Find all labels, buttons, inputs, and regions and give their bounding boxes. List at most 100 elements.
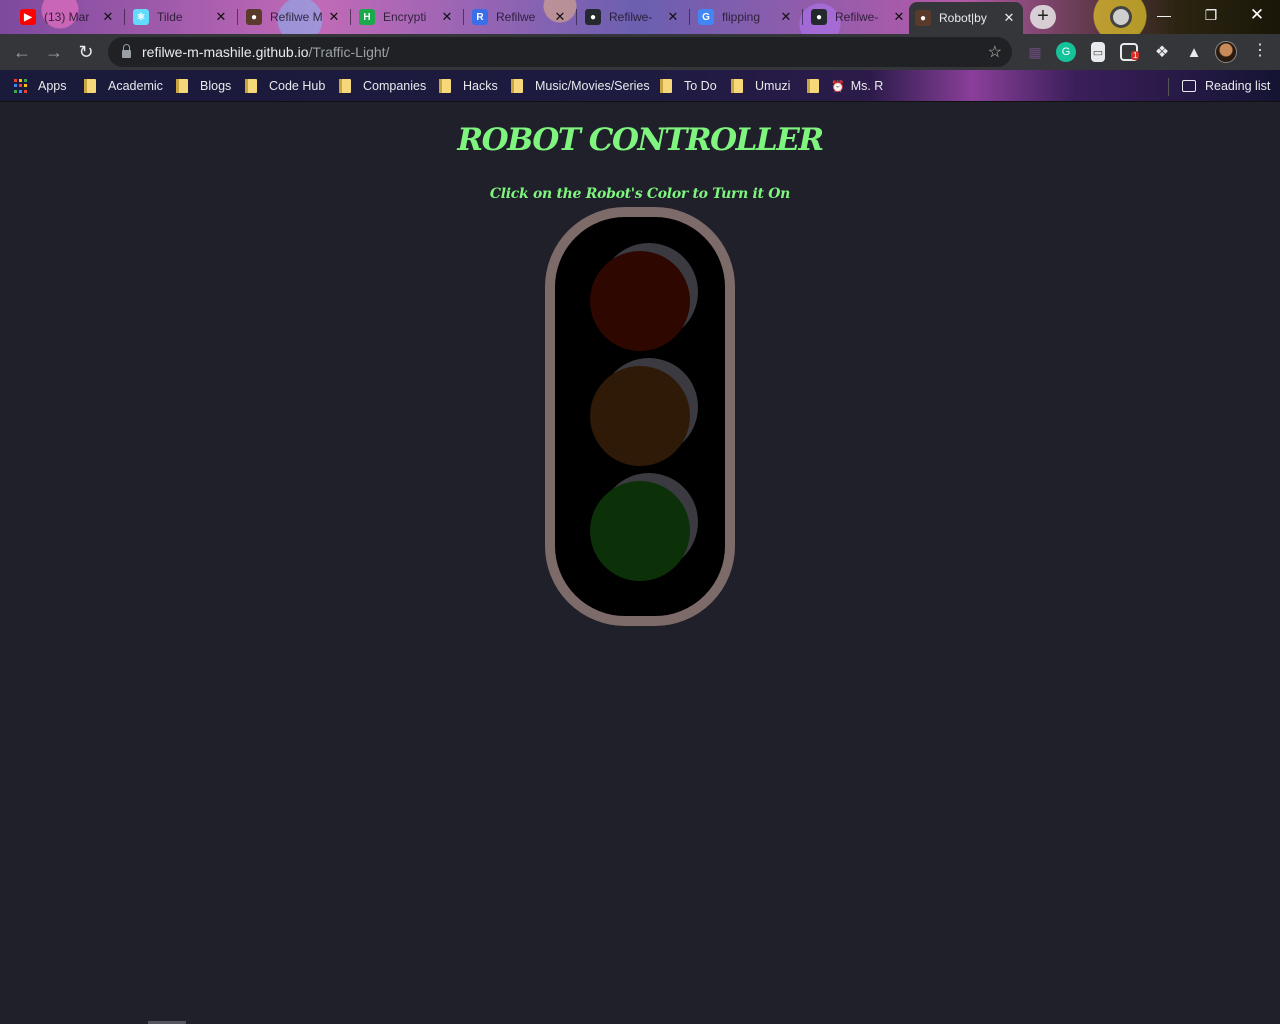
bookmark-item[interactable]: Umuzi [731,76,790,96]
browser-tab[interactable]: Gflipping ✕ [692,3,800,31]
lock-icon[interactable] [122,44,131,58]
browser-tab[interactable]: R Refilwe ✕ [466,3,574,31]
browser-tab[interactable]: ▶ (13) Mar ✕ [14,3,122,31]
bookmark-item[interactable]: Code Hub [245,76,325,96]
bookmark-label: Companies [363,79,427,93]
close-tab-icon[interactable]: ✕ [439,9,455,25]
bookmark-item[interactable]: Academic [84,76,163,96]
tab-title: Refilwe- [835,10,879,24]
tab-title: Encrypti [383,10,427,24]
bookmark-label: Blogs [200,79,232,93]
close-window-icon[interactable]: ✕ [1245,5,1269,25]
browser-toolbar: ← → ↻ refilwe-m-mashile.github.io/Traffi… [0,34,1280,70]
close-tab-icon[interactable]: ✕ [778,9,794,25]
tab-title: Robot|by [939,11,987,25]
bookmark-label: Ms. R [850,79,884,93]
back-icon[interactable]: ← [10,40,34,64]
tab-strip: ▶ (13) Mar ✕ ⚛ Tilde ✕ ● Refilwe M ✕ H Encrypti ✕ R R… [0,0,1280,34]
green-light-wrapper [590,473,698,581]
folder-icon [439,79,451,93]
bookmark-label: To Do [684,79,717,93]
url-path: /Traffic-Light/ [308,44,390,60]
github-icon: ● [811,9,827,25]
restore-icon[interactable]: ❐ [1199,5,1223,25]
address-bar[interactable]: refilwe-m-mashile.github.io/Traffic-Ligh… [108,37,1012,67]
bookmark-item[interactable]: Apps [14,76,67,96]
green-light[interactable] [590,481,690,581]
close-tab-icon[interactable]: ✕ [213,9,229,25]
browser-tab[interactable]: H Encrypti ✕ [353,3,461,31]
close-tab-icon[interactable]: ✕ [891,9,907,25]
new-tab-button[interactable]: + [1030,5,1056,29]
reload-icon[interactable]: ↻ [74,40,98,64]
yellow-light[interactable] [590,366,690,466]
tab-title: flipping [722,10,761,24]
bookmark-label: Hacks [463,79,498,93]
folder-icon [245,79,257,93]
bookmark-item[interactable]: ⏰ Ms. R [807,76,883,96]
reading-list-button[interactable]: Reading list [1182,76,1270,96]
bookmarks-separator [1168,78,1169,96]
extensions-puzzle-icon[interactable]: ❖ [1152,42,1172,62]
red-light-wrapper [590,243,698,351]
close-tab-icon[interactable]: ✕ [326,9,342,25]
close-tab-icon[interactable]: ✕ [665,9,681,25]
reading-list-label: Reading list [1205,79,1271,93]
browser-tab[interactable]: ● Refilwe- ✕ [805,3,913,31]
tab-separator [124,9,125,25]
extension-doc-icon[interactable]: ▭ [1091,42,1105,62]
traffic-light-housing [545,207,735,626]
tab-separator [350,9,351,25]
menu-kebab-icon[interactable]: ⋮ [1252,41,1268,63]
bookmark-item[interactable]: Companies [339,76,426,96]
browser-tab[interactable]: ● Robot|by ✕ [909,2,1023,34]
minimize-icon[interactable]: — [1152,5,1176,25]
tab-title: Refilwe- [609,10,653,24]
browser-tab[interactable]: ⚛ Tilde ✕ [127,3,235,31]
tab-title: Tilde [157,10,183,24]
close-tab-icon[interactable]: ✕ [100,9,116,25]
red-light[interactable] [590,251,690,351]
close-tab-icon[interactable]: ✕ [1001,10,1017,26]
extension-badge-icon[interactable]: 1 [1120,43,1140,61]
bookmark-label: Code Hub [269,79,326,93]
avatar-icon: ● [915,10,931,26]
page-subtitle: Click on the Robot's Color to Turn it On [489,186,791,202]
folder-icon [660,79,672,93]
browser-tab[interactable]: ● Refilwe M ✕ [240,3,348,31]
url-host: refilwe-m-mashile.github.io [142,44,309,60]
apps-grid-icon [14,79,28,93]
folder-icon [176,79,188,93]
forward-icon[interactable]: → [42,40,66,64]
extension-calculator-icon[interactable]: ▦ [1025,42,1045,62]
alarm-clock-icon: ⏰ [831,80,845,93]
youtube-icon: ▶ [20,9,36,25]
profile-avatar[interactable] [1215,41,1237,63]
tab-separator [689,9,690,25]
bookmark-item[interactable]: Blogs [176,76,231,96]
browser-tab[interactable]: ● Refilwe- ✕ [579,3,687,31]
bookmarks-bar: Apps Academic Blogs Code Hub Companies Hacks M… [0,70,1280,102]
github-icon: ● [585,9,601,25]
hackerrank-icon: H [359,9,375,25]
bookmark-star-icon[interactable]: ☆ [988,42,1002,62]
close-tab-icon[interactable]: ✕ [552,9,568,25]
bookmark-item[interactable]: Hacks [439,76,498,96]
labs-flask-icon[interactable]: ▲ [1184,42,1204,62]
bookmark-item[interactable]: Music/Movies/Series [511,76,650,96]
grammarly-icon[interactable]: G [1056,42,1076,62]
folder-icon [84,79,96,93]
extension-badge-count: 1 [1131,51,1140,60]
profile-switcher-icon[interactable] [1110,6,1132,28]
folder-icon [807,79,819,93]
folder-icon [511,79,523,93]
r-icon: R [472,9,488,25]
bookmark-item[interactable]: To Do [660,76,717,96]
page-title: ROBOT CONTROLLER [457,122,824,158]
folder-icon [731,79,743,93]
tab-title: (13) Mar [44,10,90,24]
tab-separator [463,9,464,25]
react-icon: ⚛ [133,9,149,25]
avatar-icon: ● [246,9,262,25]
bookmark-label: Umuzi [755,79,791,93]
